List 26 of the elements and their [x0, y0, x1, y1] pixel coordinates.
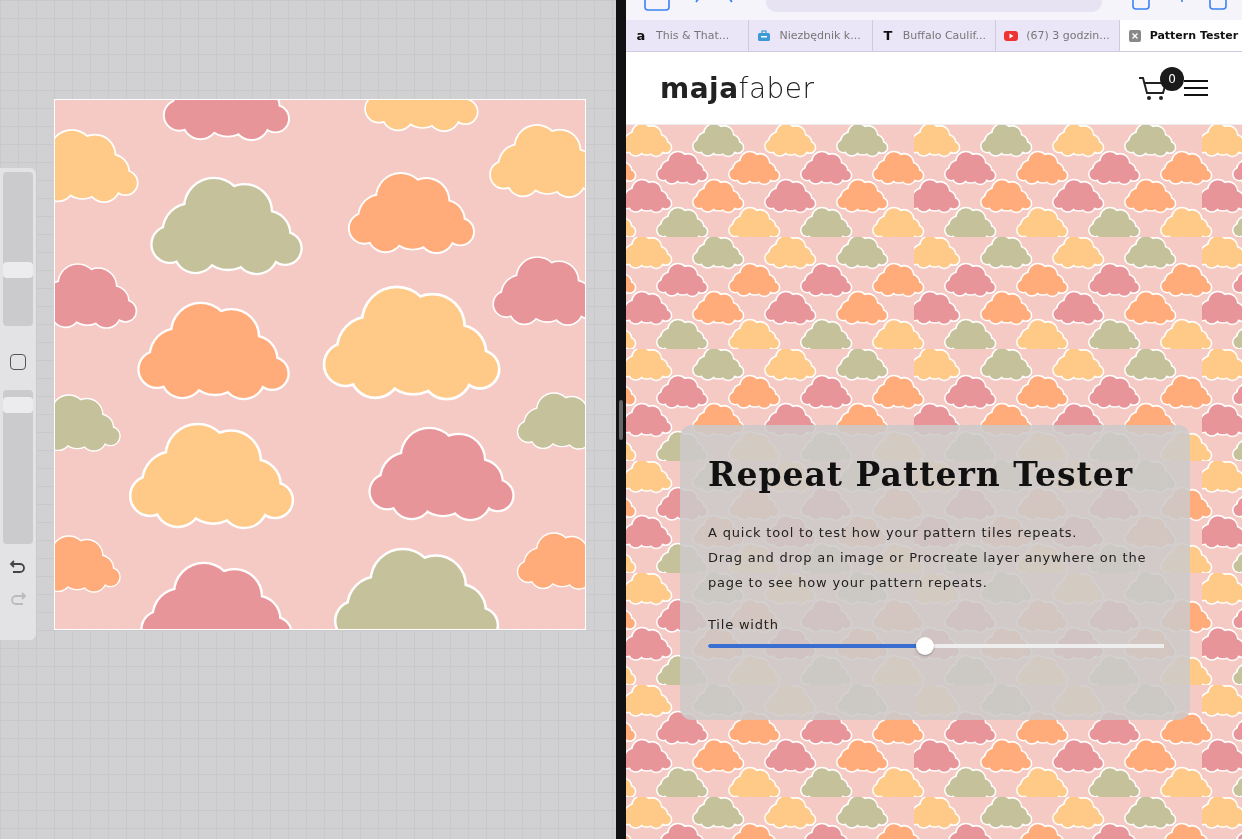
close-icon[interactable] [1127, 28, 1142, 43]
split-view-handle[interactable] [619, 400, 623, 440]
cloud-shape [518, 393, 585, 449]
cart-count: 0 [1160, 67, 1184, 91]
browser-tab[interactable]: Pattern Tester [1119, 20, 1242, 51]
brush-size-slider[interactable] [3, 172, 33, 326]
slider-thumb[interactable] [915, 637, 934, 655]
description-text: Drag and drop an image or Procreate layer anywhere on the page to see how your pattern repeats. [708, 549, 1148, 592]
letter-icon: T [880, 28, 895, 43]
cloud-shape [55, 395, 120, 451]
briefcase-icon [757, 28, 772, 43]
description-text: A quick tool to test how your pattern tiles repeats. [708, 524, 1079, 542]
modify-button[interactable] [10, 354, 26, 370]
panel-title: Repeat Pattern Tester [708, 455, 1135, 494]
opacity-slider[interactable] [3, 390, 33, 544]
slider-thumb[interactable] [3, 396, 33, 413]
letter-icon: a [634, 28, 648, 43]
slider-label: Tile width [708, 617, 780, 632]
play-icon [1004, 28, 1019, 43]
site-logo[interactable]: majafaber [660, 71, 815, 105]
undo-button[interactable] [8, 558, 28, 576]
slider-thumb[interactable] [3, 261, 33, 278]
cloud-shape [518, 533, 585, 589]
cart-icon[interactable] [1138, 75, 1168, 101]
menu-icon[interactable] [1184, 79, 1208, 97]
cloud-shape [55, 536, 120, 592]
